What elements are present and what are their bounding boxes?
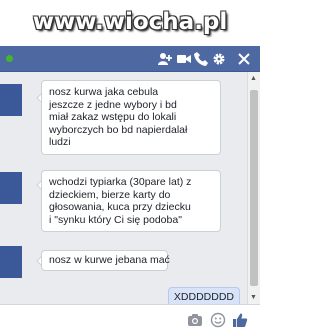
message-line: miał zakaz wstępu do lokali — [49, 111, 177, 124]
emoji-icon[interactable] — [210, 312, 226, 328]
own-message-bubble: XDDDDDDD — [167, 287, 240, 304]
message-line: głosowania, kuca przy dziecku — [49, 201, 191, 214]
close-icon[interactable] — [236, 51, 252, 67]
message-bubble: wchodzi typiarka (30pare lat) z dzieckie… — [41, 170, 221, 233]
add-friend-icon[interactable] — [157, 51, 173, 67]
scroll-up-icon[interactable]: ▲ — [249, 74, 258, 83]
compose-bar[interactable] — [0, 304, 260, 334]
message-line: dzieckiem, bierze karty do — [49, 188, 171, 201]
online-status-dot — [6, 55, 13, 62]
contact-avatar[interactable] — [0, 246, 22, 278]
message-thread[interactable]: nosz kurwa jaka cebula jeszcze z jedne w… — [0, 72, 260, 304]
camera-icon[interactable] — [187, 312, 203, 328]
chat-header — [0, 46, 260, 72]
message-line: ludzi — [49, 136, 71, 149]
like-icon[interactable] — [232, 312, 248, 328]
phone-icon[interactable] — [193, 51, 209, 67]
message-line: wchodzi typiarka (30pare lat) z — [49, 176, 192, 188]
scrollbar-thumb[interactable] — [250, 90, 258, 286]
site-watermark: www.wiocha.pl — [32, 9, 228, 35]
scroll-down-icon[interactable]: ▼ — [249, 293, 258, 302]
message-line: wyborczych bo bd napierdalał — [49, 123, 188, 136]
video-call-icon[interactable] — [176, 51, 192, 67]
message-line: XDDDDDDD — [173, 291, 234, 303]
message-bubble: nosz kurwa jaka cebula jeszcze z jedne w… — [41, 80, 221, 155]
message-line: jeszcze z jedne wybory i bd — [49, 98, 177, 111]
message-line: nosz kurwa jaka cebula — [49, 86, 159, 98]
message-bubble: nosz w kurwe jebana mać — [41, 250, 170, 271]
gear-icon[interactable] — [211, 51, 227, 67]
contact-avatar[interactable] — [0, 172, 22, 204]
message-line: nosz w kurwe jebana mać — [49, 254, 170, 266]
message-line: i "synku który Ci się podoba" — [49, 213, 182, 226]
scrollbar[interactable]: ▲ ▼ — [247, 72, 260, 304]
contact-avatar[interactable] — [0, 84, 22, 116]
